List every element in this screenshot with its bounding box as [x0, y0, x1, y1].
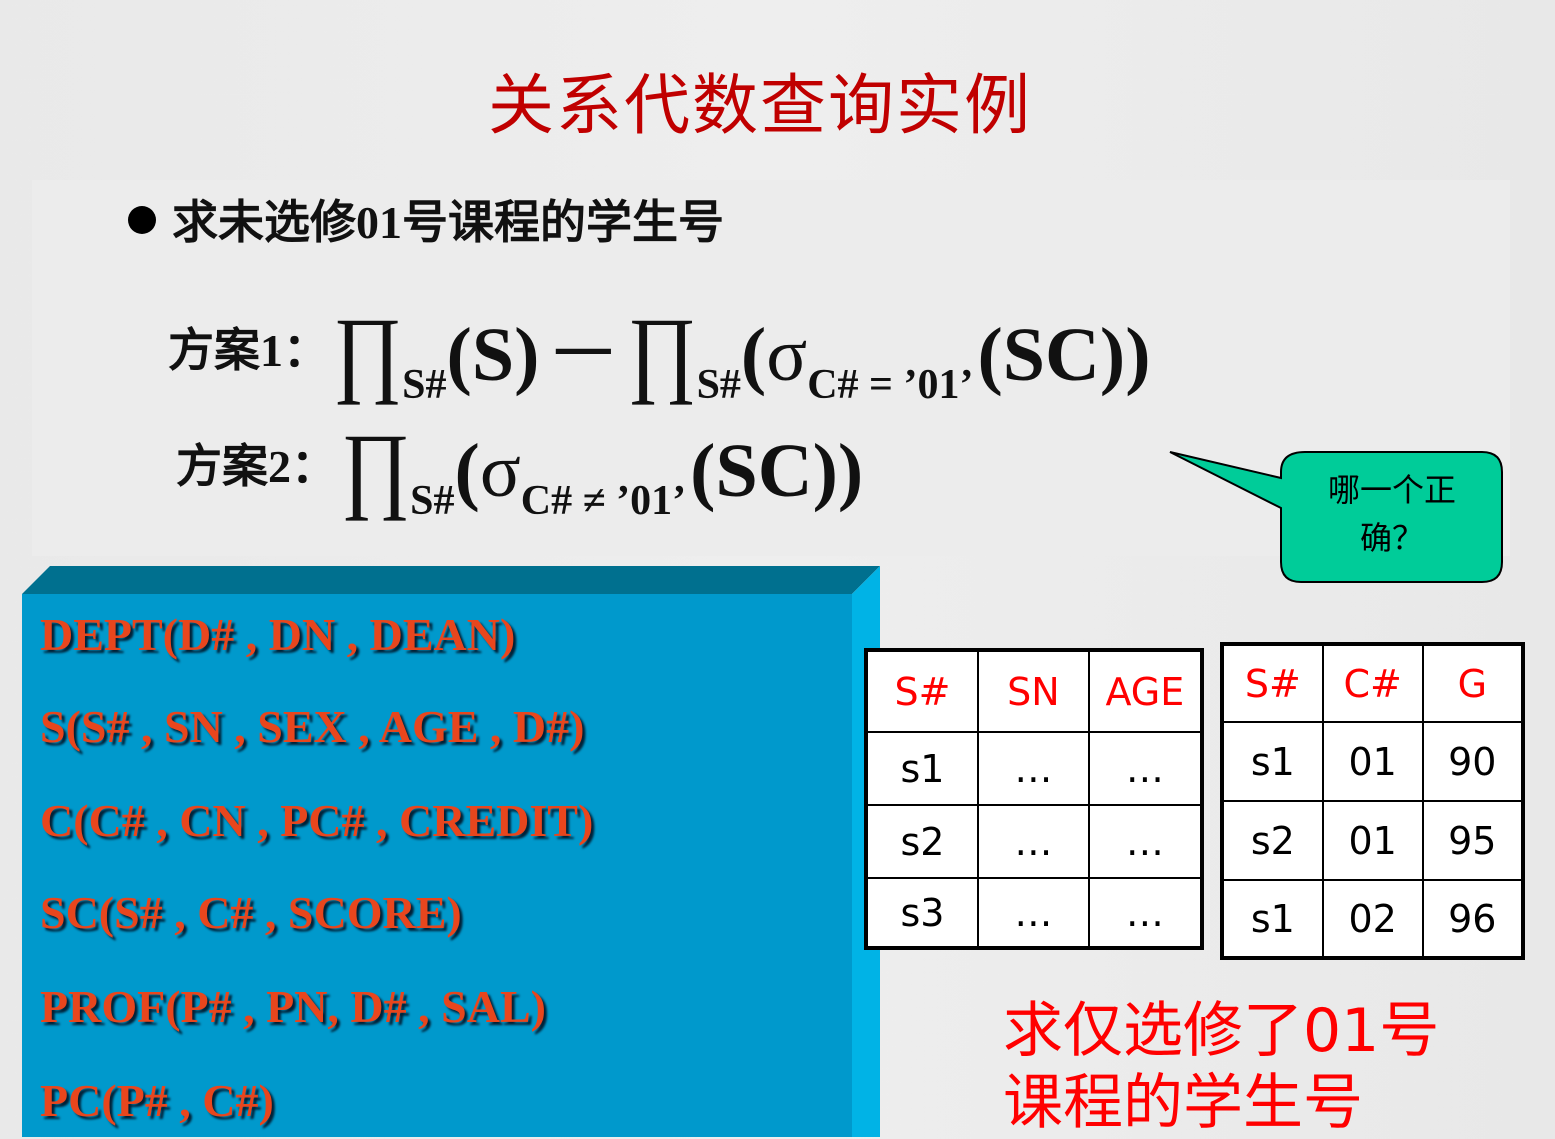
callout-line1: 哪一个正 [1327, 471, 1456, 509]
schema-prof: PROF(P# , PN, D# , SAL) [40, 981, 546, 1032]
table-row: s3 … … [865, 877, 1204, 949]
table-cell: 01 [1321, 721, 1424, 802]
table-header-row: S# C# G [1221, 643, 1525, 723]
table-cell: … [1087, 731, 1204, 806]
table-row: s1 02 96 [1221, 879, 1525, 959]
table-cell: 01 [1321, 800, 1424, 881]
callout-line2: 确？ [1359, 519, 1424, 557]
table-header-cell: S# [865, 649, 979, 733]
table-cell: s2 [865, 804, 979, 879]
schema-sc: SC(S# , C# , SCORE) [40, 887, 462, 938]
table-cell: 90 [1421, 721, 1525, 802]
table-cell: s1 [1221, 721, 1324, 802]
table-cell: s1 [1221, 879, 1324, 959]
student-table: S# SN AGE s1 … … s2 … … s3 … … [864, 648, 1204, 950]
table-cell: 95 [1421, 800, 1525, 881]
question-line1: 求仅选修了01号 [1003, 996, 1440, 1066]
table-cell: … [976, 731, 1090, 806]
enrollment-table: S# C# G s1 01 90 s2 01 95 s1 02 96 [1220, 642, 1525, 960]
table-cell: 02 [1321, 879, 1424, 959]
schema-box [22, 566, 880, 1137]
callout-text: 哪一个正 确？ [1282, 466, 1502, 562]
table-row: s1 … … [865, 731, 1204, 806]
table-row: s2 01 95 [1221, 800, 1525, 881]
table-header-cell: C# [1321, 643, 1424, 723]
box-top-face [22, 566, 880, 594]
box-front-face [22, 594, 852, 1137]
table-row: s1 01 90 [1221, 721, 1525, 802]
table-header-cell: S# [1221, 643, 1324, 723]
schema-pc: PC(P# , C#) [40, 1075, 274, 1126]
table-header-cell: AGE [1087, 649, 1204, 733]
table-header-row: S# SN AGE [865, 649, 1204, 733]
table-cell: s2 [1221, 800, 1324, 881]
table-cell: … [976, 804, 1090, 879]
table-cell: s1 [865, 731, 979, 806]
table-cell: s3 [865, 877, 979, 949]
followup-question: 求仅选修了01号 课程的学生号 [1003, 995, 1439, 1139]
table-cell: … [976, 877, 1090, 949]
table-cell: … [1087, 804, 1204, 879]
schema-c: C(C# , CN , PC# , CREDIT) [40, 795, 594, 846]
schema-dept: DEPT(D# , DN , DEAN) [40, 609, 516, 660]
table-header-cell: G [1421, 643, 1525, 723]
relation-sc: (SC)) [977, 313, 1151, 397]
question-line2: 课程的学生号 [1003, 1068, 1363, 1138]
table-header-cell: SN [976, 649, 1090, 733]
table-row: s2 … … [865, 804, 1204, 879]
table-cell: … [1087, 877, 1204, 949]
table-cell: 96 [1421, 879, 1525, 959]
schema-s: S(S# , SN , SEX , AGE , D#) [40, 701, 585, 752]
